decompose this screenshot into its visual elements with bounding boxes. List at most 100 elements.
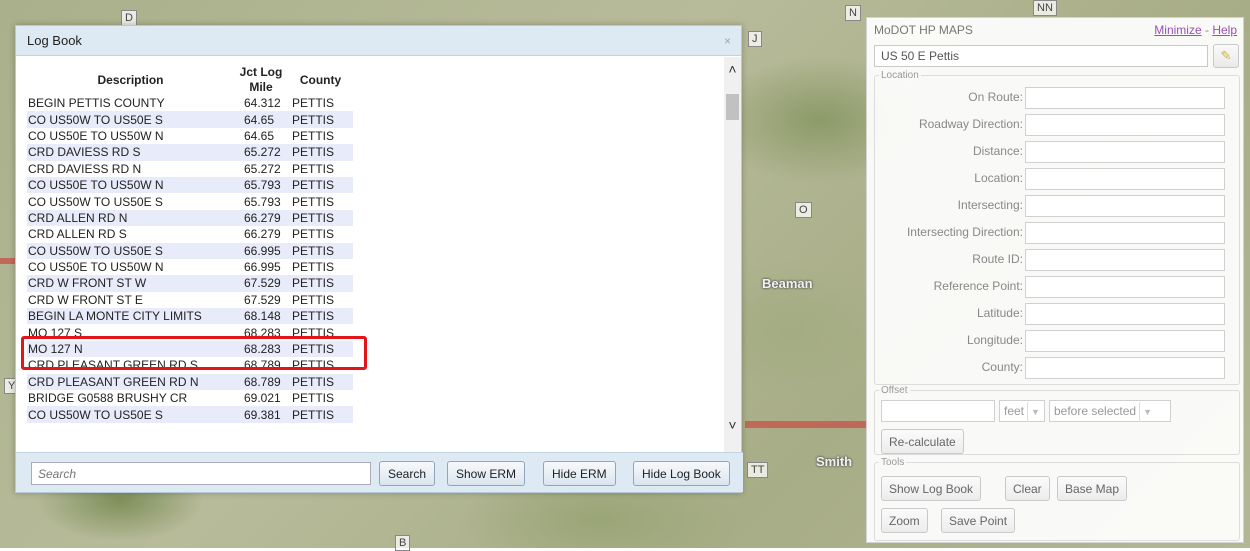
row-county: PETTIS: [292, 194, 335, 209]
row-description: CO US50E TO US50W N: [28, 128, 164, 143]
log-book-row[interactable]: CRD ALLEN RD N 66.279 PETTIS: [27, 209, 353, 227]
row-description: CO US50W TO US50E S: [27, 242, 234, 259]
modot-hp-maps-panel: MoDOT HP MAPS Minimize - Help ✎ Location…: [866, 17, 1244, 543]
offset-direction-select[interactable]: before selected ▼: [1049, 400, 1171, 422]
row-log-mile: 67.529: [234, 275, 288, 292]
save-point-button[interactable]: Save Point: [941, 508, 1016, 533]
row-description: CO US50W TO US50E S: [27, 111, 234, 128]
log-book-row[interactable]: MO 127 N 68.283 PETTIS: [27, 340, 353, 358]
scroll-up-arrow-icon[interactable]: ˄: [724, 61, 741, 78]
hide-log-book-button[interactable]: Hide Log Book: [633, 461, 730, 486]
clear-button[interactable]: Clear: [1005, 476, 1050, 501]
link-separator: -: [1204, 23, 1209, 37]
location-field-label: Distance:: [972, 144, 1023, 158]
log-book-row[interactable]: CO US50W TO US50E S 64.65 PETTIS: [27, 111, 353, 128]
map-route-label-tt: TT: [747, 462, 769, 478]
row-county: PETTIS: [288, 373, 353, 391]
row-log-mile: 69.381: [234, 406, 288, 423]
log-book-row[interactable]: CRD ALLEN RD S 66.279 PETTIS: [27, 226, 353, 242]
location-field-value[interactable]: [1025, 249, 1225, 271]
row-log-mile: 68.283: [234, 340, 288, 358]
log-book-row[interactable]: CRD DAVIESS RD N 65.272 PETTIS: [27, 161, 353, 177]
location-field-value[interactable]: [1025, 141, 1225, 163]
map-route-label-n: N: [845, 5, 861, 21]
log-book-row[interactable]: CO US50W TO US50E S 66.995 PETTIS: [27, 242, 353, 259]
log-book-row[interactable]: BEGIN LA MONTE CITY LIMITS 68.148 PETTIS: [27, 308, 353, 325]
row-description: MO 127 N: [27, 340, 234, 358]
location-field-row: Distance:: [875, 141, 1249, 163]
scrollbar-thumb[interactable]: [726, 94, 739, 120]
search-button[interactable]: Search: [379, 461, 436, 486]
location-field-value[interactable]: [1025, 195, 1225, 217]
log-book-row[interactable]: CO US50E TO US50W N 66.995 PETTIS: [27, 259, 353, 275]
offset-unit-value: feet: [1004, 404, 1025, 418]
log-book-row[interactable]: CRD PLEASANT GREEN RD S 68.789 PETTIS: [27, 357, 353, 373]
log-book-row[interactable]: CRD W FRONT ST W 67.529 PETTIS: [27, 275, 353, 292]
map-road: [745, 421, 870, 428]
tools-fieldset: Tools Show Log Book Clear Base Map Zoom …: [874, 457, 1240, 541]
log-book-row[interactable]: CO US50E TO US50W N 65.793 PETTIS: [27, 176, 353, 194]
location-legend: Location: [881, 70, 919, 81]
location-field-value[interactable]: [1025, 222, 1225, 244]
log-book-row[interactable]: CO US50E TO US50W N 64.65 PETTIS: [27, 128, 353, 144]
location-field-value[interactable]: [1025, 357, 1225, 379]
log-book-row[interactable]: CRD PLEASANT GREEN RD N 68.789 PETTIS: [27, 373, 353, 391]
log-book-row[interactable]: BRIDGE G0588 BRUSHY CR 69.021 PETTIS: [27, 390, 353, 406]
hide-erm-button[interactable]: Hide ERM: [543, 461, 616, 486]
column-header-county[interactable]: County: [288, 65, 353, 95]
zoom-button[interactable]: Zoom: [881, 508, 928, 533]
map-route-label-b: B: [395, 535, 411, 551]
row-log-mile: 66.995: [244, 260, 281, 275]
show-log-book-button[interactable]: Show Log Book: [881, 476, 982, 501]
log-book-row[interactable]: MO 127 S 68.283 PETTIS: [27, 324, 353, 340]
offset-unit-select[interactable]: feet ▼: [999, 400, 1045, 422]
log-book-scrollbar[interactable]: ˄ ˅: [724, 57, 741, 452]
location-field-value[interactable]: [1025, 87, 1225, 109]
location-field-label: Latitude:: [976, 306, 1023, 320]
map-town-smith: Smith: [816, 454, 853, 469]
location-field-value[interactable]: [1025, 303, 1225, 325]
log-book-row[interactable]: BEGIN PETTIS COUNTY 64.312 PETTIS: [27, 95, 353, 111]
minimize-link[interactable]: Minimize: [1154, 23, 1201, 37]
location-field-row: Latitude:: [875, 303, 1249, 325]
row-description: CO US50W TO US50E S: [27, 406, 234, 423]
map-route-label-d: D: [121, 10, 137, 26]
log-book-row[interactable]: CRD W FRONT ST E 67.529 PETTIS: [27, 292, 353, 308]
log-book-search-input[interactable]: [31, 462, 371, 485]
show-erm-button[interactable]: Show ERM: [447, 461, 526, 486]
location-field-label: Intersecting:: [957, 198, 1023, 212]
row-description: CRD DAVIESS RD N: [28, 161, 142, 176]
map-town-beaman: Beaman: [762, 276, 813, 291]
row-county: PETTIS: [288, 176, 353, 194]
log-book-row[interactable]: CO US50W TO US50E S 69.381 PETTIS: [27, 406, 353, 423]
offset-distance-input[interactable]: [881, 400, 995, 422]
log-book-title-bar[interactable]: Log Book ×: [16, 26, 741, 56]
row-county: PETTIS: [288, 144, 353, 161]
pen-icon[interactable]: ✎: [1213, 44, 1239, 68]
column-header-log-mile[interactable]: Jct Log Mile: [234, 65, 288, 95]
column-header-description[interactable]: Description: [27, 65, 234, 95]
location-field-value[interactable]: [1025, 168, 1225, 190]
scroll-down-arrow-icon[interactable]: ˅: [724, 417, 741, 434]
help-link[interactable]: Help: [1212, 23, 1237, 37]
route-input[interactable]: [874, 45, 1208, 67]
base-map-button[interactable]: Base Map: [1057, 476, 1128, 501]
offset-direction-value: before selected: [1054, 404, 1137, 418]
row-log-mile: 65.272: [234, 144, 288, 161]
location-field-value[interactable]: [1025, 330, 1225, 352]
location-field-value[interactable]: [1025, 114, 1225, 136]
row-county: PETTIS: [292, 227, 335, 242]
row-description: BEGIN PETTIS COUNTY: [28, 96, 165, 111]
row-county: PETTIS: [292, 358, 335, 373]
log-book-row[interactable]: CO US50W TO US50E S 65.793 PETTIS: [27, 193, 353, 209]
panel-title: MoDOT HP MAPS: [874, 23, 973, 37]
location-field-row: County:: [875, 357, 1249, 379]
close-icon[interactable]: ×: [724, 34, 731, 48]
row-log-mile: 64.312: [244, 96, 281, 111]
row-log-mile: 65.272: [244, 161, 281, 176]
row-county: PETTIS: [288, 111, 353, 128]
log-book-row[interactable]: CRD DAVIESS RD S 65.272 PETTIS: [27, 144, 353, 161]
recalculate-button[interactable]: Re-calculate: [881, 429, 964, 454]
location-field-value[interactable]: [1025, 276, 1225, 298]
row-county: PETTIS: [292, 161, 335, 176]
